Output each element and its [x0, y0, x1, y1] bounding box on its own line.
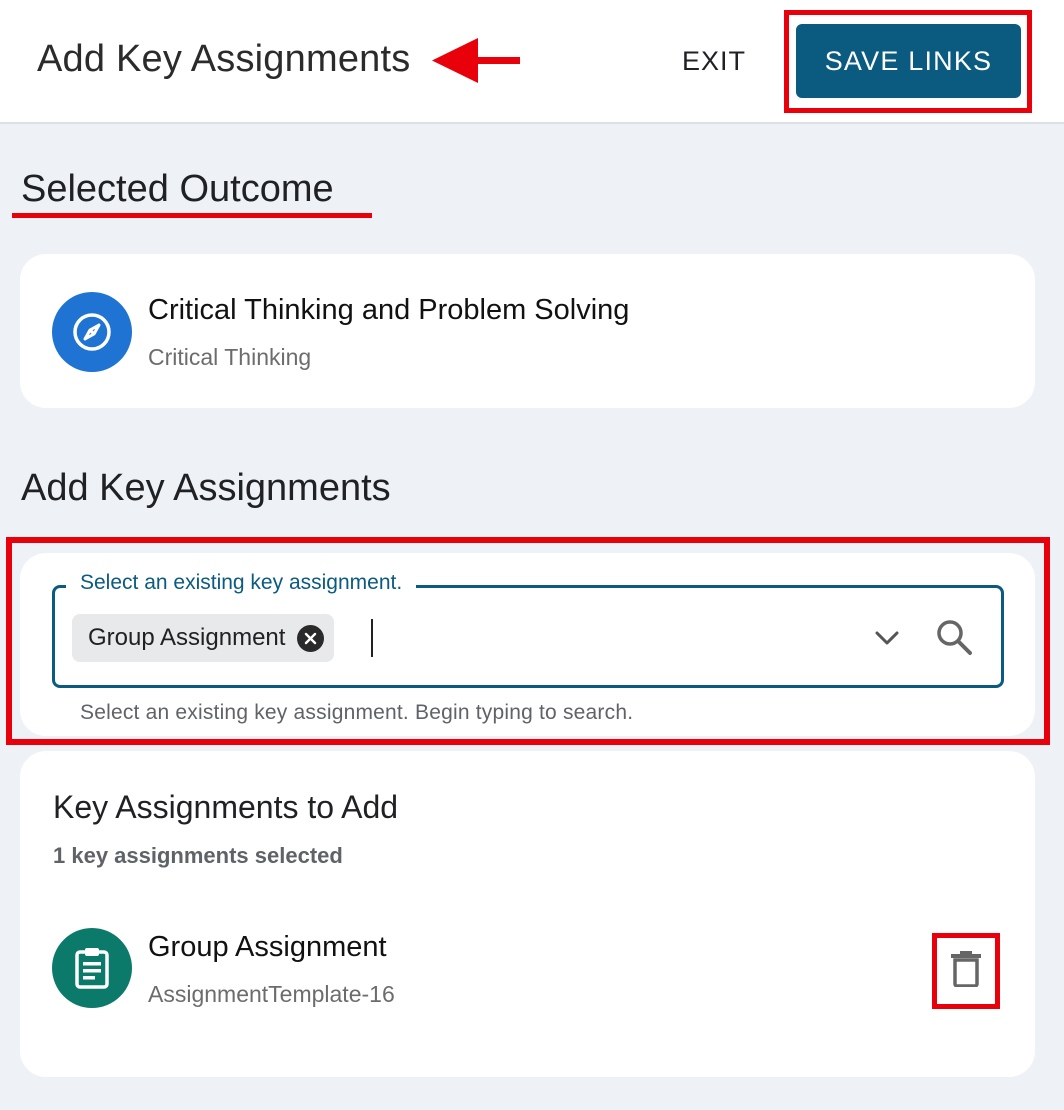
selected-count: 1 key assignments selected — [53, 843, 343, 868]
outcome-subtitle: Critical Thinking — [148, 344, 312, 370]
exit-button[interactable]: EXIT — [664, 38, 764, 84]
outcome-card: Critical Thinking and Problem Solving Cr… — [20, 254, 1035, 408]
assignment-avatar — [52, 928, 132, 1008]
save-links-button[interactable]: SAVE LINKS — [796, 24, 1021, 98]
heading-annotation-underline — [12, 213, 372, 218]
assignment-title: Group Assignment — [148, 931, 387, 963]
annotation-arrow-icon — [432, 38, 520, 83]
outcome-title: Critical Thinking and Problem Solving — [148, 294, 630, 326]
assignment-subtitle: AssignmentTemplate-16 — [148, 981, 395, 1007]
clipboard-icon — [75, 948, 109, 989]
assignments-to-add-card: Key Assignments to Add 1 key assignments… — [20, 751, 1035, 1077]
trash-icon — [951, 951, 981, 987]
page-title: Add Key Assignments — [37, 38, 411, 80]
assignments-to-add-heading: Key Assignments to Add — [53, 789, 399, 825]
outcome-avatar — [52, 292, 132, 372]
selected-outcome-heading: Selected Outcome — [21, 168, 334, 210]
compass-icon — [73, 313, 111, 351]
add-assignments-heading: Add Key Assignments — [21, 467, 391, 509]
delete-button[interactable] — [944, 947, 988, 991]
search-annotation-frame — [6, 537, 1050, 745]
